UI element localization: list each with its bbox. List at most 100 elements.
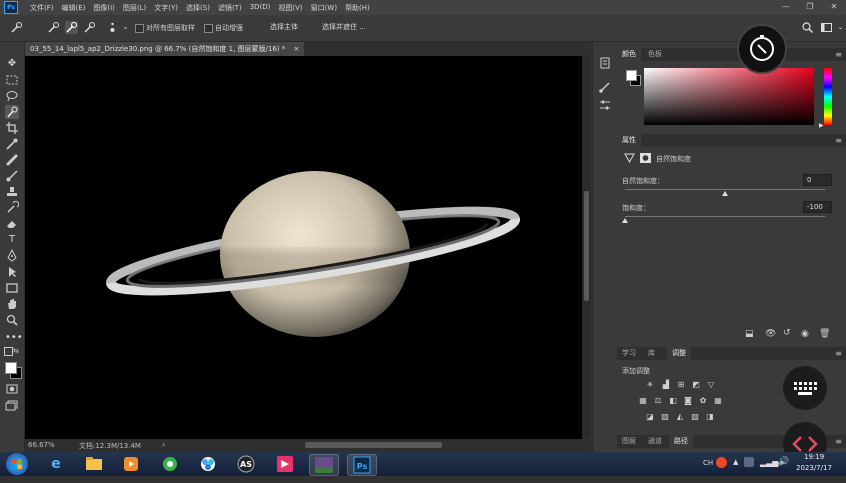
- layers-panel-menu-icon[interactable]: ≡: [835, 435, 842, 448]
- saturation-slider[interactable]: [625, 216, 825, 217]
- vertical-scroll-thumb[interactable]: [584, 191, 589, 301]
- curves-icon[interactable]: ⊞: [676, 380, 686, 389]
- gradient-map-icon[interactable]: ▧: [690, 412, 700, 421]
- add-to-selection-brush-icon[interactable]: [65, 21, 78, 34]
- zoom-tool-icon[interactable]: [5, 313, 19, 327]
- menu-edit[interactable]: 编辑(E): [62, 3, 86, 13]
- registax-icon[interactable]: [309, 454, 339, 476]
- rectangle-tool-icon[interactable]: [5, 281, 19, 295]
- invert-icon[interactable]: ◪: [645, 412, 655, 421]
- view-previous-state-icon[interactable]: 👁: [765, 329, 776, 339]
- select-subject-button[interactable]: 选择主体: [262, 20, 306, 34]
- menu-select[interactable]: 选择(S): [186, 3, 210, 13]
- menu-filter[interactable]: 滤镜(T): [218, 3, 242, 13]
- 360-browser-icon[interactable]: [156, 454, 184, 474]
- tab-channels[interactable]: 通道: [643, 435, 667, 448]
- tab-properties[interactable]: 属性: [617, 134, 641, 147]
- input-language-indicator[interactable]: CH: [703, 459, 713, 467]
- photoshop-taskbar-icon[interactable]: Ps: [347, 454, 377, 476]
- quick-selection-preset-icon[interactable]: [10, 21, 23, 34]
- foxit-reader-icon[interactable]: [271, 454, 299, 474]
- tab-swatches[interactable]: 色板: [643, 48, 667, 61]
- menu-view[interactable]: 视图(V): [278, 3, 302, 13]
- document-canvas[interactable]: [25, 56, 582, 439]
- close-button[interactable]: ✕: [822, 0, 846, 15]
- menu-3d[interactable]: 3D(D): [250, 3, 271, 13]
- tray-expand-icon[interactable]: ▲: [733, 458, 738, 466]
- sample-all-layers-checkbox[interactable]: [135, 24, 144, 33]
- brush-settings-icon[interactable]: [598, 80, 612, 94]
- clone-stamp-tool-icon[interactable]: [5, 185, 19, 199]
- clip-to-layer-icon[interactable]: ⬓: [745, 329, 754, 339]
- workspace-icon[interactable]: [820, 21, 833, 34]
- menu-window[interactable]: 窗口(W): [311, 3, 337, 13]
- brush-tool-icon[interactable]: [5, 169, 19, 183]
- hue-slider[interactable]: [824, 68, 832, 125]
- quick-mask-icon[interactable]: [5, 382, 19, 396]
- search-icon[interactable]: [801, 21, 814, 34]
- healing-brush-tool-icon[interactable]: [5, 153, 19, 167]
- eraser-tool-icon[interactable]: [5, 217, 19, 231]
- menu-help[interactable]: 帮助(H): [345, 3, 370, 13]
- screenshot-timer-button[interactable]: [737, 24, 787, 74]
- adjust-sliders-icon[interactable]: [598, 98, 612, 112]
- tab-adjustments[interactable]: 调整: [667, 347, 691, 360]
- workspace-chevron-icon[interactable]: ⌄: [834, 21, 846, 34]
- media-player-icon[interactable]: [117, 454, 145, 474]
- swap-colors-icon[interactable]: ⇆: [13, 347, 19, 355]
- start-button[interactable]: [6, 453, 28, 475]
- volume-icon[interactable]: 🔊: [778, 457, 789, 467]
- sogou-ime-icon[interactable]: [716, 457, 727, 468]
- auto-enhance-checkbox[interactable]: [204, 24, 213, 33]
- color-field[interactable]: [644, 68, 814, 125]
- properties-panel-menu-icon[interactable]: ≡: [835, 134, 842, 147]
- more-tools-icon[interactable]: •••: [5, 331, 23, 345]
- vibrance-icon[interactable]: ▽: [706, 380, 716, 389]
- default-colors-icon[interactable]: [4, 347, 13, 356]
- new-selection-brush-icon[interactable]: [47, 21, 60, 34]
- photos-app-icon[interactable]: [194, 454, 222, 474]
- clock-time[interactable]: 19:19: [804, 453, 824, 461]
- vibrance-input[interactable]: 0: [803, 174, 832, 186]
- horizontal-scroll-thumb[interactable]: [305, 442, 442, 448]
- horizontal-scrollbar[interactable]: [175, 441, 575, 449]
- ie-browser-icon[interactable]: e: [42, 454, 70, 474]
- path-selection-tool-icon[interactable]: [5, 265, 19, 279]
- tab-layers[interactable]: 图层: [617, 435, 641, 448]
- tab-libraries[interactable]: 库: [643, 347, 660, 360]
- eyedropper-tool-icon[interactable]: [5, 137, 19, 151]
- color-panel-menu-icon[interactable]: ≡: [835, 48, 842, 61]
- menu-type[interactable]: 文字(Y): [154, 3, 178, 13]
- document-tab[interactable]: 03_55_14_lapl5_ap2_Drizzle30.png @ 66.7%…: [25, 42, 305, 56]
- asi-studio-icon[interactable]: AS: [232, 454, 260, 474]
- minimize-button[interactable]: —: [774, 0, 798, 15]
- tray-app-icon[interactable]: [744, 457, 754, 467]
- select-and-mask-button[interactable]: 选择并遮住 ...: [314, 20, 374, 34]
- tab-close-icon[interactable]: ×: [293, 45, 299, 53]
- menu-file[interactable]: 文件(F): [30, 3, 54, 13]
- channel-mixer-icon[interactable]: ✿: [698, 396, 708, 405]
- zoom-level[interactable]: 66.67%: [28, 441, 55, 449]
- posterize-icon[interactable]: ▨: [660, 412, 670, 421]
- layer-mask-icon[interactable]: [640, 153, 651, 163]
- exposure-icon[interactable]: ◩: [691, 380, 701, 389]
- type-tool-icon[interactable]: T: [5, 233, 19, 247]
- chevron-down-icon[interactable]: ⌄: [119, 21, 132, 34]
- saturation-input[interactable]: -100: [803, 201, 832, 213]
- levels-icon[interactable]: ▟: [661, 380, 671, 389]
- status-menu-arrow[interactable]: ›: [162, 440, 165, 449]
- foreground-color-swatch[interactable]: [5, 362, 17, 374]
- tab-learn[interactable]: 学习: [617, 347, 641, 360]
- screen-mode-icon[interactable]: [5, 398, 19, 412]
- marquee-tool-icon[interactable]: [5, 73, 19, 87]
- quick-selection-tool-icon[interactable]: [5, 105, 19, 119]
- color-lookup-icon[interactable]: ▦: [713, 396, 723, 405]
- toggle-visibility-icon[interactable]: ◉: [801, 329, 809, 339]
- saturation-slider-thumb[interactable]: [622, 218, 628, 223]
- brush-size-icon[interactable]: [106, 21, 119, 34]
- adjustments-panel-menu-icon[interactable]: ≡: [835, 347, 842, 360]
- move-tool-icon[interactable]: ✥: [5, 57, 19, 71]
- panel-foreground-swatch[interactable]: [626, 70, 637, 81]
- restore-button[interactable]: ❐: [798, 0, 822, 15]
- history-panel-icon[interactable]: [598, 56, 612, 70]
